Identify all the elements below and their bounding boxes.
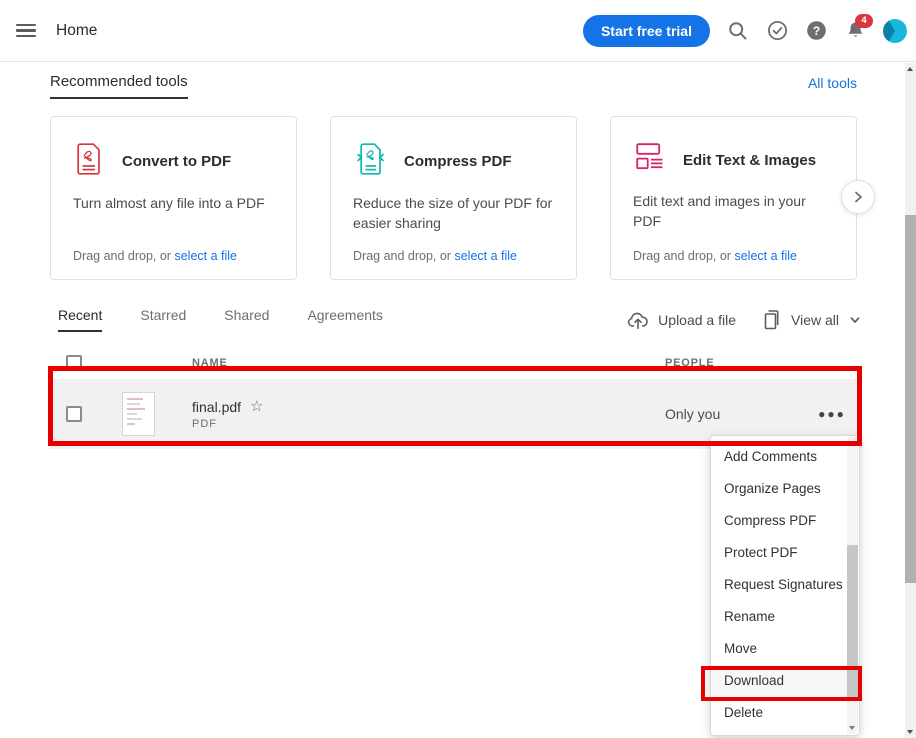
page-scrollbar-thumb[interactable] [905,215,916,583]
card-title: Edit Text & Images [683,152,816,169]
tool-card-edit-text-images[interactable]: Edit Text & Images Edit text and images … [610,116,857,280]
card-drop-hint: Drag and drop, or select a file [73,249,274,263]
scroll-up-icon[interactable] [907,67,913,71]
tool-card-convert-to-pdf[interactable]: Convert to PDF Turn almost any file into… [50,116,297,280]
chevron-right-icon [849,188,867,206]
select-a-file-link[interactable]: select a file [734,249,797,263]
select-all-checkbox[interactable] [66,355,82,371]
pdf-thumbnail [122,392,155,436]
search-icon[interactable] [727,20,749,42]
file-type-label: PDF [192,418,665,430]
row-checkbox[interactable] [66,406,82,422]
select-a-file-link[interactable]: select a file [174,249,237,263]
carousel-next-button[interactable] [841,180,875,214]
check-circle-icon[interactable] [766,20,788,42]
view-all-dropdown[interactable]: View all [762,309,862,331]
compress-pdf-icon [356,143,385,180]
file-context-menu: Add Comments Organize Pages Compress PDF… [710,435,860,736]
hamburger-menu-icon[interactable] [16,24,36,38]
menu-item-organize-pages[interactable]: Organize Pages [711,473,859,505]
file-name: final.pdf [192,399,241,415]
scroll-down-icon[interactable] [907,730,913,734]
file-people: Only you [665,406,802,422]
card-title: Compress PDF [404,153,512,170]
column-header-name: NAME [168,357,665,369]
select-a-file-link[interactable]: select a file [454,249,517,263]
menu-scrollbar-thumb[interactable] [847,545,858,701]
tab-agreements[interactable]: Agreements [307,307,382,332]
menu-item-download[interactable]: Download [711,665,859,697]
notification-count-badge: 4 [855,14,873,28]
star-icon[interactable]: ☆ [250,399,263,414]
start-free-trial-button[interactable]: Start free trial [583,15,710,47]
convert-pdf-icon [76,143,103,180]
menu-item-delete[interactable]: Delete [711,697,859,729]
card-title: Convert to PDF [122,153,231,170]
menu-scrollbar[interactable] [847,437,858,734]
upload-a-file-button[interactable]: Upload a file [627,310,736,330]
files-tabs: Recent Starred Shared Agreements [58,307,383,332]
top-bar: Home Start free trial ? 4 [0,0,916,62]
card-description: Edit text and images in your PDF [633,191,834,232]
menu-scroll-down-icon[interactable] [849,726,855,730]
edit-text-icon [636,143,664,178]
recommended-tools-title: Recommended tools [50,73,188,99]
notifications-bell-icon[interactable]: 4 [844,20,866,42]
card-description: Turn almost any file into a PDF [73,193,274,213]
svg-text:?: ? [812,24,819,38]
card-drop-hint: Drag and drop, or select a file [633,249,834,263]
user-avatar[interactable] [883,19,907,43]
top-bar-actions: Start free trial ? 4 [583,15,916,47]
menu-item-request-signatures[interactable]: Request Signatures [711,569,859,601]
all-tools-link[interactable]: All tools [808,75,857,91]
column-header-people: PEOPLE [665,357,802,369]
card-drop-hint: Drag and drop, or select a file [353,249,554,263]
tool-cards-row: Convert to PDF Turn almost any file into… [50,116,857,280]
page-scrollbar[interactable] [905,63,916,738]
pages-icon [762,309,782,331]
menu-item-protect-pdf[interactable]: Protect PDF [711,537,859,569]
page-title: Home [56,22,97,40]
tab-shared[interactable]: Shared [224,307,269,332]
menu-item-compress-pdf[interactable]: Compress PDF [711,505,859,537]
help-icon[interactable]: ? [805,20,827,42]
overflow-menu-icon[interactable]: ●●● [802,407,862,421]
cloud-upload-icon [627,310,649,330]
files-section: Recent Starred Shared Agreements Upload … [0,280,916,449]
tab-recent[interactable]: Recent [58,307,102,332]
menu-item-move[interactable]: Move [711,633,859,665]
menu-item-rename[interactable]: Rename [711,601,859,633]
card-description: Reduce the size of your PDF for easier s… [353,193,554,234]
chevron-down-icon [848,313,862,327]
tool-card-compress-pdf[interactable]: Compress PDF Reduce the size of your PDF… [330,116,577,280]
recommended-tools-section: Recommended tools All tools Convert to P… [0,62,916,280]
files-table-header: NAME PEOPLE [50,347,862,379]
tab-starred[interactable]: Starred [140,307,186,332]
menu-item-add-comments[interactable]: Add Comments [711,441,859,473]
files-table: NAME PEOPLE final.pdf ☆ PDF Only you ●●● [50,347,862,449]
